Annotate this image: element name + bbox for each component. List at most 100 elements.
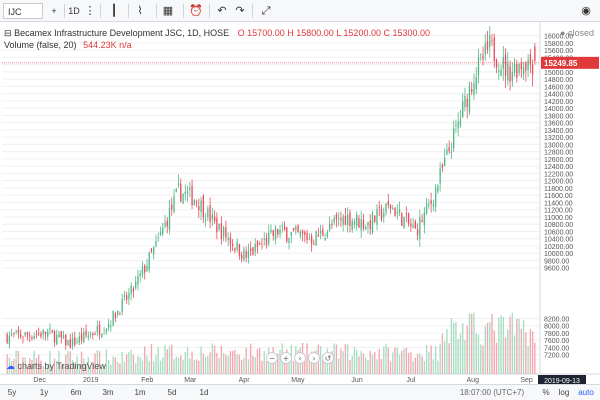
range-5d[interactable]: 5d — [164, 387, 180, 399]
volume-bar — [486, 322, 489, 374]
range-1m[interactable]: 1m — [132, 387, 148, 399]
candle — [315, 231, 317, 246]
candle — [44, 331, 47, 335]
candle — [292, 228, 295, 231]
candlestick-chart[interactable]: 7200.007400.007600.007800.008000.008200.… — [0, 22, 600, 384]
ohlc-values: O 15700.00 H 15800.00 L 15200.00 C 15300… — [237, 28, 430, 38]
volume-bar — [159, 360, 162, 374]
y-tick-label: 10600.00 — [544, 229, 573, 236]
volume-bar — [428, 351, 430, 374]
candle — [462, 101, 464, 118]
undo-icon[interactable]: ↶ — [214, 3, 230, 19]
redo-icon[interactable]: ↷ — [232, 3, 248, 19]
range-6m[interactable]: 6m — [68, 387, 84, 399]
candle — [98, 324, 101, 336]
candle — [56, 335, 58, 344]
candle — [89, 333, 92, 335]
alert-icon[interactable]: ⏰ — [188, 3, 204, 19]
volume-bar — [177, 357, 180, 374]
volume-bar — [389, 361, 392, 374]
candle — [283, 226, 286, 231]
range-1y[interactable]: 1y — [36, 387, 52, 399]
auto-toggle[interactable]: auto — [576, 387, 596, 399]
candle — [132, 288, 135, 292]
candle — [489, 35, 491, 48]
goto-date-icon[interactable] — [190, 387, 210, 399]
candle — [306, 233, 308, 240]
scroll-left-icon-glyph: ‹ — [298, 354, 301, 363]
volume-bar — [195, 359, 198, 374]
volume-bar — [227, 356, 229, 374]
volume-bar — [376, 359, 378, 374]
y-tick-label: 14400.00 — [544, 92, 573, 99]
candle — [342, 216, 344, 225]
candle — [69, 339, 71, 349]
candle — [78, 336, 80, 343]
candle — [241, 254, 243, 259]
volume-bar — [437, 360, 439, 374]
symbol-input[interactable]: IJC — [3, 3, 43, 19]
candle — [177, 183, 180, 186]
volume-bar — [123, 361, 126, 374]
candle — [527, 59, 529, 71]
candle — [67, 340, 69, 346]
tradingview-watermark: ☁ charts by TradingView — [6, 361, 106, 372]
candle — [347, 214, 349, 225]
candle-style-icon[interactable]: ┃ — [106, 3, 122, 19]
volume-bar — [513, 335, 516, 374]
volume-bar — [457, 339, 459, 374]
volume-bar — [256, 348, 259, 374]
volume-bar — [493, 330, 495, 374]
candle — [421, 219, 423, 222]
volume-bar — [471, 313, 473, 374]
fullscreen-icon[interactable]: ⤢ — [258, 3, 274, 19]
volume-bar — [252, 355, 254, 374]
candle — [213, 216, 216, 221]
y-tick-label: 7600.00 — [544, 338, 569, 345]
candle — [367, 222, 369, 226]
log-toggle[interactable]: log — [556, 387, 572, 399]
x-tick-label: Apr — [239, 377, 251, 384]
volume-bar — [110, 364, 112, 374]
market-status: ● closed — [560, 28, 594, 38]
range-3m[interactable]: 3m — [100, 387, 116, 399]
volume-bar — [484, 325, 486, 374]
percent-toggle[interactable]: % — [538, 387, 554, 399]
candle — [24, 332, 26, 336]
volume-bar — [218, 357, 220, 374]
y-tick-label: 12400.00 — [544, 164, 573, 171]
candle — [105, 329, 108, 332]
candle — [110, 325, 112, 327]
scroll-right-icon-glyph: › — [312, 354, 315, 363]
y-tick-label: 7400.00 — [544, 345, 569, 352]
candle — [254, 243, 256, 252]
y-tick-label: 8000.00 — [544, 324, 569, 331]
add-compare-button[interactable]: + — [46, 3, 62, 19]
volume-bar — [507, 329, 509, 374]
interval-button[interactable]: 1D — [66, 3, 82, 19]
volume-bar — [216, 352, 218, 374]
x-tick-label: 2019 — [83, 377, 99, 384]
indicators-icon[interactable]: ⌇ — [132, 3, 148, 19]
volume-bar — [369, 350, 371, 374]
candle — [49, 328, 51, 330]
range-5y[interactable]: 5y — [4, 387, 20, 399]
volume-bar — [148, 361, 150, 374]
candle — [92, 333, 94, 336]
y-tick-label: 13400.00 — [544, 128, 573, 135]
volume-bar — [453, 322, 455, 374]
interval-menu-icon[interactable]: ⋮ — [82, 3, 98, 19]
volume-bar — [394, 347, 396, 374]
volume-bar — [189, 358, 191, 374]
snapshot-icon[interactable]: ◉ — [578, 3, 594, 19]
collapse-legend-icon[interactable]: ⊟ — [4, 28, 12, 38]
candle — [349, 212, 351, 227]
volume-bar — [279, 350, 281, 374]
volume-bar — [166, 349, 168, 374]
volume-bar — [306, 343, 308, 374]
y-tick-label: 12000.00 — [544, 179, 573, 186]
templates-icon[interactable]: ▦ — [160, 3, 176, 19]
volume-bar — [204, 356, 207, 374]
y-tick-label: 7800.00 — [544, 331, 569, 338]
x-tick-label: Sep — [520, 377, 533, 384]
